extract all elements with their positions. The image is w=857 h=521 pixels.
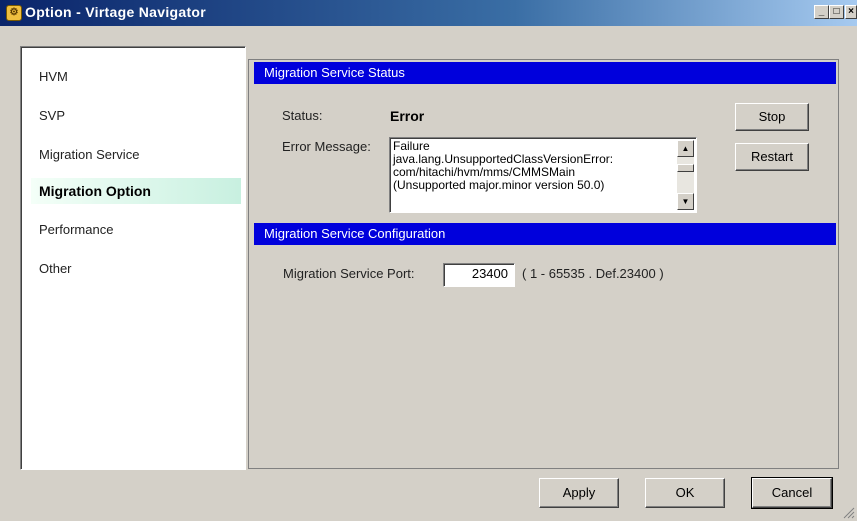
status-value: Error [390,108,425,124]
sidebar-item-label: Migration Option [39,183,151,199]
cancel-button[interactable]: Cancel [751,477,833,509]
apply-button[interactable]: Apply [539,478,619,508]
error-message-textarea[interactable]: Failure java.lang.UnsupportedClassVersio… [389,137,697,213]
maximize-icon: □ [833,6,840,17]
error-message-label: Error Message: [282,139,371,154]
minimize-button[interactable]: _ [814,5,829,19]
port-hint: ( 1 - 65535 . Def.23400 ) [522,266,664,281]
status-label: Status: [282,108,323,123]
sidebar-item-migration-service[interactable]: Migration Service [31,142,241,168]
scroll-up-icon[interactable]: ▲ [677,140,694,157]
sidebar-item-hvm[interactable]: HVM [31,64,241,90]
maximize-button[interactable]: □ [829,5,844,19]
stop-button[interactable]: Stop [735,103,809,131]
config-section-header: Migration Service Configuration [254,223,836,245]
minimize-icon: _ [818,6,825,17]
title-bar[interactable]: ⚙ Option - Virtage Navigator _ □ × [0,0,857,26]
close-button[interactable]: × [845,5,857,19]
port-input[interactable]: 23400 [443,263,515,287]
close-icon: × [848,6,854,17]
ok-button[interactable]: OK [645,478,725,508]
options-sidebar: HVM SVP Migration Service Migration Opti… [20,46,246,470]
sidebar-item-other[interactable]: Other [31,256,241,282]
restart-button[interactable]: Restart [735,143,809,171]
port-label: Migration Service Port: [283,266,415,281]
sidebar-item-label: Other [39,261,72,276]
scroll-thumb[interactable] [677,164,694,172]
window-title: Option - Virtage Navigator [25,4,207,20]
status-section-title: Migration Service Status [254,62,836,84]
scroll-down-icon[interactable]: ▼ [677,193,694,210]
app-icon: ⚙ [6,5,22,21]
sidebar-item-label: SVP [39,108,66,123]
sidebar-item-label: HVM [39,69,68,84]
sidebar-item-performance[interactable]: Performance [31,217,241,243]
error-message-text: Failure java.lang.UnsupportedClassVersio… [393,139,614,192]
sidebar-item-migration-option[interactable]: Migration Option [31,178,241,204]
sidebar-item-svp[interactable]: SVP [31,103,241,129]
resize-grip-icon[interactable] [843,507,855,519]
sidebar-item-label: Performance [39,222,114,237]
error-message-scrollbar[interactable]: ▲ ▼ [677,140,694,210]
sidebar-item-label: Migration Service [39,147,140,162]
